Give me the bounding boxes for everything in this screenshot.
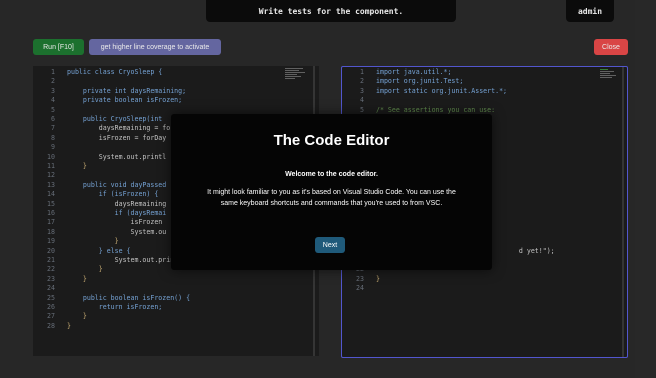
dialog-subtitle: Welcome to the code editor. <box>285 171 378 178</box>
intro-dialog: The Code Editor Welcome to the code edit… <box>171 114 492 270</box>
dialog-body: It might look familiar to you as it's ba… <box>207 189 456 207</box>
dialog-title: The Code Editor <box>273 132 390 149</box>
next-button[interactable]: Next <box>315 237 345 253</box>
